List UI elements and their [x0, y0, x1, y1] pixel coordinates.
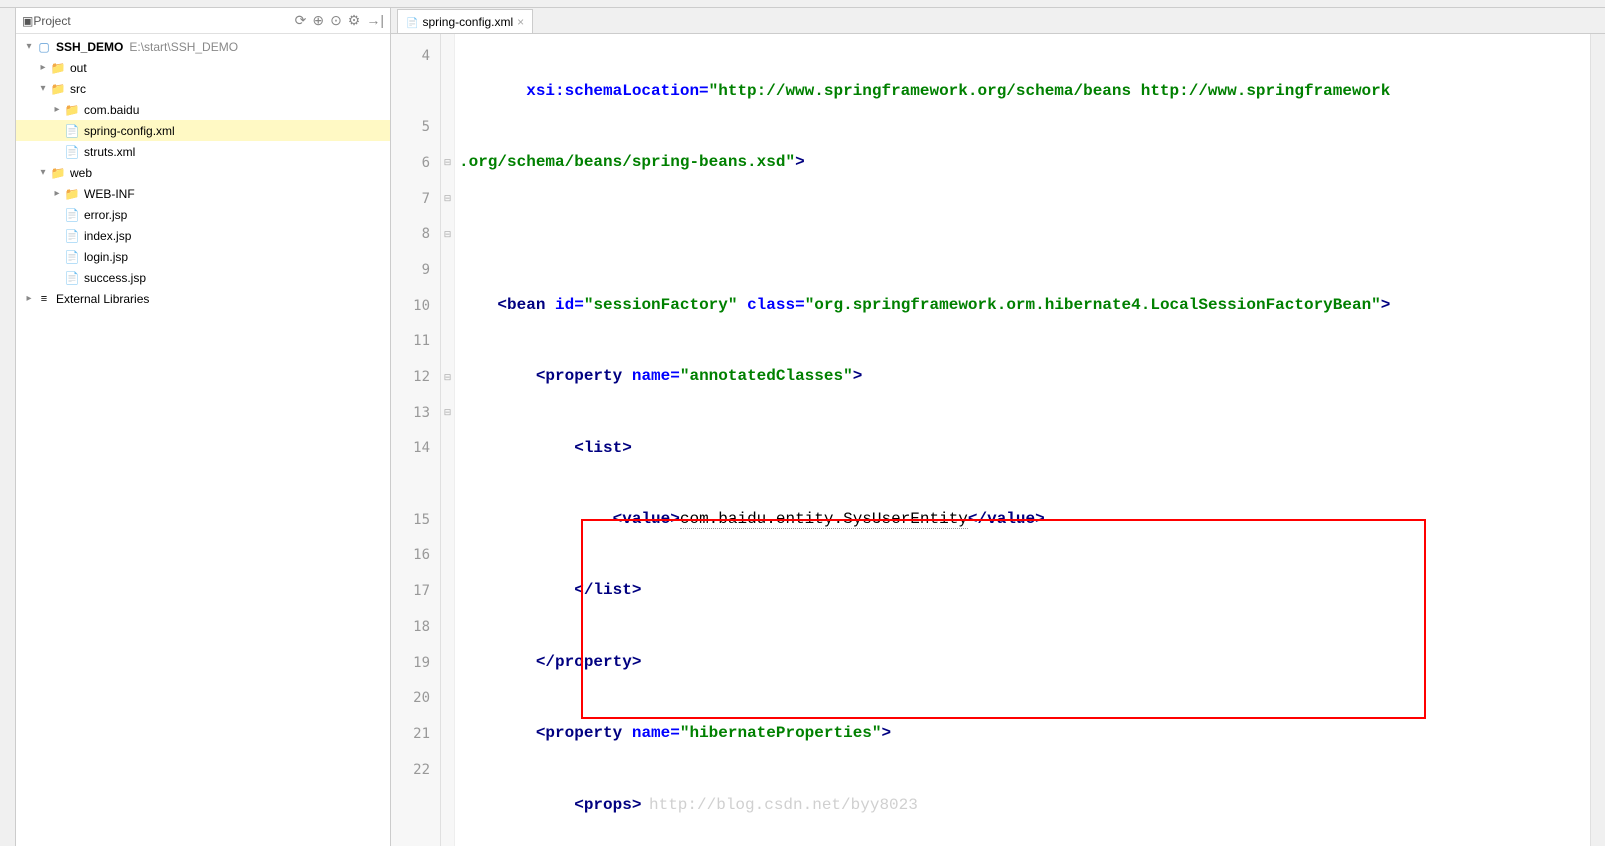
chevron-down-icon[interactable]: ▾ — [22, 41, 36, 52]
package-icon — [64, 102, 80, 118]
xml-file-icon — [64, 123, 80, 139]
jsp-file-icon — [64, 207, 80, 223]
chevron-down-icon[interactable]: ▾ — [36, 167, 50, 178]
project-tree[interactable]: ▾ SSH_DEMO E:\start\SSH_DEMO ▸ out ▾ src… — [16, 34, 390, 846]
tree-item[interactable]: ▸ com.baidu — [16, 99, 390, 120]
fold-gutter[interactable]: ⊟ ⊟ ⊟ ⊟ ⊟ — [441, 34, 455, 846]
fold-marker[interactable]: ⊟ — [441, 359, 454, 395]
item-label: WEB-INF — [84, 187, 135, 201]
tree-item[interactable]: struts.xml — [16, 141, 390, 162]
line-number: 22 — [391, 752, 440, 788]
line-number: 12 — [391, 359, 440, 395]
line-number: 18 — [391, 609, 440, 645]
folder-icon — [64, 186, 80, 202]
chevron-right-icon[interactable]: ▸ — [36, 62, 50, 73]
line-number: 4 — [391, 38, 440, 74]
chevron-right-icon[interactable]: ▸ — [50, 188, 64, 199]
tree-item[interactable]: index.jsp — [16, 225, 390, 246]
chevron-right-icon[interactable]: ▸ — [22, 293, 36, 304]
line-number: 8 — [391, 216, 440, 252]
project-sidebar: ▣ Project ⟳ ⊕ ⊙ ⚙ →| ▾ SSH_DEMO E:\start… — [16, 8, 391, 846]
folder-icon — [50, 81, 66, 97]
tree-item[interactable]: ▾ src — [16, 78, 390, 99]
tree-item[interactable]: ▸ WEB-INF — [16, 183, 390, 204]
tree-item-selected[interactable]: spring-config.xml — [16, 120, 390, 141]
tree-item[interactable]: ▾ web — [16, 162, 390, 183]
item-label: struts.xml — [84, 145, 135, 159]
tree-item[interactable]: ▸ External Libraries — [16, 288, 390, 309]
line-number: 19 — [391, 645, 440, 681]
tool-window-strip[interactable] — [0, 8, 16, 846]
editor-tabs: spring-config.xml × — [391, 8, 1605, 34]
root-path: E:\start\SSH_DEMO — [129, 40, 238, 54]
line-number: 9 — [391, 252, 440, 288]
tree-root[interactable]: ▾ SSH_DEMO E:\start\SSH_DEMO — [16, 36, 390, 57]
item-label: External Libraries — [56, 292, 149, 306]
sidebar-header: ▣ Project ⟳ ⊕ ⊙ ⚙ →| — [16, 8, 390, 34]
line-number: 21 — [391, 716, 440, 752]
line-number: 17 — [391, 573, 440, 609]
item-label: success.jsp — [84, 271, 146, 285]
line-number: 7 — [391, 181, 440, 217]
folder-icon — [50, 60, 66, 76]
fold-marker[interactable]: ⊟ — [441, 145, 454, 181]
tab-label: spring-config.xml — [422, 15, 513, 29]
line-number: 10 — [391, 288, 440, 324]
line-gutter: 4 5 6 7 8 9 10 11 12 13 14 15 16 17 18 1… — [391, 34, 441, 846]
chevron-down-icon[interactable]: ▾ — [36, 83, 50, 94]
tree-item[interactable]: login.jsp — [16, 246, 390, 267]
sync-icon[interactable]: ⟳ — [295, 12, 307, 29]
tree-item[interactable]: ▸ out — [16, 57, 390, 78]
line-number: 6 — [391, 145, 440, 181]
gear-icon[interactable]: ⚙ — [348, 12, 361, 29]
jsp-file-icon — [64, 228, 80, 244]
code-content[interactable]: xsi:schemaLocation="http://www.springfra… — [455, 34, 1590, 846]
module-icon — [36, 39, 52, 55]
fold-marker[interactable]: ⊟ — [441, 181, 454, 217]
line-number: 13 — [391, 395, 440, 431]
vertical-scrollbar[interactable] — [1590, 34, 1605, 846]
hide-icon[interactable]: →| — [366, 12, 384, 29]
close-icon[interactable]: × — [517, 15, 524, 29]
target-icon[interactable]: ⊙ — [330, 12, 342, 29]
watermark: http://blog.csdn.net/byy8023 — [649, 788, 918, 824]
item-label: spring-config.xml — [84, 124, 175, 138]
xml-file-icon — [64, 144, 80, 160]
code-editor[interactable]: 4 5 6 7 8 9 10 11 12 13 14 15 16 17 18 1… — [391, 34, 1605, 846]
library-icon — [36, 291, 52, 307]
item-label: com.baidu — [84, 103, 139, 117]
editor-area: spring-config.xml × 4 5 6 7 8 9 10 11 12… — [391, 8, 1605, 846]
collapse-icon[interactable]: ⊕ — [312, 12, 324, 29]
line-number: 15 — [391, 502, 440, 538]
item-label: login.jsp — [84, 250, 128, 264]
root-name: SSH_DEMO — [56, 40, 123, 54]
xml-file-icon — [406, 15, 418, 29]
project-tool-icon: ▣ — [22, 14, 33, 28]
editor-tab[interactable]: spring-config.xml × — [397, 9, 533, 33]
line-number: 20 — [391, 680, 440, 716]
item-label: out — [70, 61, 87, 75]
chevron-right-icon[interactable]: ▸ — [50, 104, 64, 115]
highlight-box — [581, 519, 1426, 719]
fold-marker[interactable]: ⊟ — [441, 395, 454, 431]
tree-item[interactable]: error.jsp — [16, 204, 390, 225]
line-number — [391, 466, 440, 502]
folder-icon — [50, 165, 66, 181]
line-number: 5 — [391, 109, 440, 145]
item-label: index.jsp — [84, 229, 131, 243]
line-number: 11 — [391, 324, 440, 360]
main-area: ▣ Project ⟳ ⊕ ⊙ ⚙ →| ▾ SSH_DEMO E:\start… — [0, 8, 1605, 846]
line-number: 16 — [391, 538, 440, 574]
fold-marker[interactable]: ⊟ — [441, 216, 454, 252]
sidebar-title: Project — [33, 14, 294, 28]
tree-item[interactable]: success.jsp — [16, 267, 390, 288]
item-label: error.jsp — [84, 208, 127, 222]
top-bar — [0, 0, 1605, 8]
jsp-file-icon — [64, 249, 80, 265]
line-number: 14 — [391, 431, 440, 467]
jsp-file-icon — [64, 270, 80, 286]
item-label: src — [70, 82, 86, 96]
line-number — [391, 74, 440, 110]
item-label: web — [70, 166, 92, 180]
